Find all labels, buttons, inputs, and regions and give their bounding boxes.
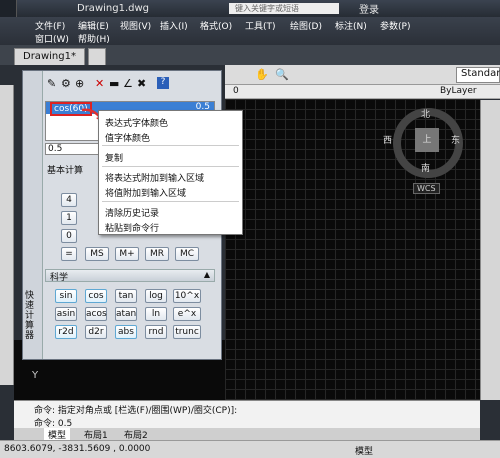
clearall-icon[interactable]: ✖ [137,77,146,90]
help-icon[interactable]: ? [157,77,169,89]
palette-title: 快速计算器 [25,291,35,341]
digit-0-button[interactable]: 0 [61,229,77,243]
mplus-button[interactable]: M+ [115,247,139,261]
distance-icon[interactable]: ▬ [109,77,119,90]
mr-button[interactable]: MR [145,247,169,261]
coordinate-readout: 8603.6079, -3831.5609 , 0.0000 [4,444,151,454]
digit-4-button[interactable]: 4 [61,193,77,207]
trunc-button[interactable]: trunc [173,325,201,339]
viewcube[interactable]: 北 南 西 东 上 [383,107,463,178]
compass-west[interactable]: 西 [383,133,392,146]
sci-label: 科学 [50,273,69,283]
menu-parameter[interactable]: 参数(P) [380,19,410,32]
rnd-button[interactable]: rnd [145,325,167,339]
d2r-button[interactable]: d2r [85,325,107,339]
wcs-menu[interactable]: WCS [413,183,440,194]
viewcube-top[interactable]: 上 [415,128,439,152]
basic-calc-label: 基本计算 [47,166,84,176]
equals-button[interactable]: = [61,247,77,261]
app-menu-button[interactable] [0,0,17,17]
palette-sidebar: 快速计算器 [23,71,43,359]
title-bar: Drawing1.dwg 键入关键字或短语 登录 [0,0,500,17]
menu-window[interactable]: 窗口(W) [35,32,69,45]
menu-dimension[interactable]: 标注(N) [335,19,367,32]
pan-icon[interactable]: ✋ [255,68,269,81]
tan-button[interactable]: tan [115,289,137,303]
compass-north[interactable]: 北 [421,107,430,120]
model-space-button[interactable]: 模型 [355,444,373,457]
context-menu: 表达式字体颜色 值字体颜色 复制 将表达式附加到输入区域 将值附加到输入区域 清… [98,110,243,235]
standard-toolbar: ✋ 🔍 Standar [225,65,500,85]
file-name: Drawing1.dwg [77,3,149,14]
menu-draw[interactable]: 绘图(D) [290,19,322,32]
digit-1-button[interactable]: 1 [61,211,77,225]
menu-item-value-font-color[interactable]: 值字体颜色 [105,131,150,144]
exp-button[interactable]: e^x [173,307,201,321]
intersect-icon[interactable]: ✕ [95,77,104,90]
tab-drawing1[interactable]: Drawing1* [14,48,85,65]
menu-item-append-value[interactable]: 将值附加到输入区域 [105,186,186,199]
menu-bar: 文件(F) 编辑(E) 视图(V) 插入(I) 格式(O) 工具(T) 绘图(D… [0,17,500,45]
pow10-button[interactable]: 10^x [173,289,201,303]
document-tabs: Drawing1* [0,45,500,65]
command-history: 命令: 指定对角点或 [栏选(F)/圈围(WP)/圈交(CP)]: [34,406,238,416]
angle-icon[interactable]: ∠ [123,77,133,90]
cos-button[interactable]: cos [85,289,107,303]
new-tab-button[interactable] [88,48,106,65]
ms-button[interactable]: MS [85,247,109,261]
text-style-select[interactable]: Standar [456,67,500,83]
sin-button[interactable]: sin [55,289,77,303]
zoom-icon[interactable]: 🔍 [275,68,289,81]
command-line[interactable]: 命令: 指定对角点或 [栏选(F)/圈围(WP)/圈交(CP)]: 命令: 0.… [14,400,480,429]
clear-icon[interactable]: ✎ [47,77,56,90]
compass-south[interactable]: 南 [421,161,430,174]
calc-toolbar: ✎ ⚙ ⊕ ✕ ▬ ∠ ✖ ? [47,77,217,95]
layer-select[interactable]: 0 [233,86,239,96]
modify-toolbar [480,100,500,400]
menu-format[interactable]: 格式(O) [200,19,232,32]
point-icon[interactable]: ⊕ [75,77,84,90]
compass-east[interactable]: 东 [451,133,460,146]
layout-tabs: 模型 布局1 布局2 [14,428,480,441]
menu-insert[interactable]: 插入(I) [160,19,188,32]
sci-section-header[interactable]: 科学 ▲ [45,269,215,283]
input-value: 0.5 [48,144,63,154]
menu-item-expr-font-color[interactable]: 表达式字体颜色 [105,116,168,129]
search-input[interactable]: 键入关键字或短语 [229,3,339,14]
draw-toolbar [0,85,14,385]
menu-item-append-expr[interactable]: 将表达式附加到输入区域 [105,171,204,184]
status-bar: 8603.6079, -3831.5609 , 0.0000 模型 [0,440,500,458]
menu-tools[interactable]: 工具(T) [245,19,276,32]
asin-button[interactable]: asin [55,307,77,321]
ln-button[interactable]: ln [145,307,167,321]
layer-toolbar: 0 ByLayer [225,85,500,99]
menu-item-copy[interactable]: 复制 [105,151,123,164]
login-link[interactable]: 登录 [359,1,379,16]
color-select[interactable]: ByLayer [440,86,477,96]
menu-help[interactable]: 帮助(H) [78,32,110,45]
menu-file[interactable]: 文件(F) [35,19,65,32]
acos-button[interactable]: acos [85,307,107,321]
history-icon[interactable]: ⚙ [61,77,71,90]
r2d-button[interactable]: r2d [55,325,77,339]
mc-button[interactable]: MC [175,247,199,261]
menu-view[interactable]: 视图(V) [120,19,151,32]
atan-button[interactable]: atan [115,307,137,321]
log-button[interactable]: log [145,289,167,303]
collapse-icon[interactable]: ▲ [204,270,210,279]
abs-button[interactable]: abs [115,325,137,339]
ucs-icon: Y [32,370,39,381]
menu-item-paste-cmdline[interactable]: 粘贴到命令行 [105,221,159,234]
menu-item-clear-history[interactable]: 清除历史记录 [105,206,159,219]
menu-edit[interactable]: 编辑(E) [78,19,109,32]
